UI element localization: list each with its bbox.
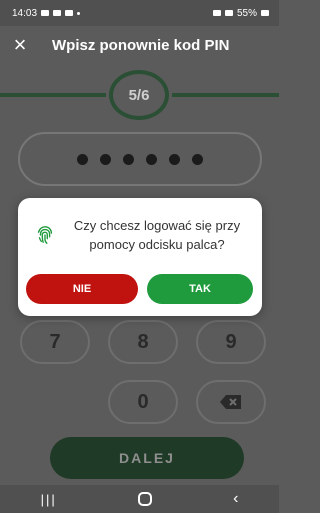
yes-button[interactable]: TAK: [147, 274, 253, 304]
page-title: Wpisz ponownie kod PIN: [52, 36, 230, 54]
header: × Wpisz ponownie kod PIN: [0, 26, 279, 64]
status-right: 55%: [212, 7, 269, 19]
status-bar: 14:03 55%: [0, 0, 279, 26]
status-time: 14:03: [12, 7, 38, 19]
key-9[interactable]: 9: [196, 320, 266, 364]
close-icon[interactable]: ×: [0, 26, 40, 64]
pin-display: [18, 132, 262, 186]
signal-icon: [212, 10, 221, 16]
notification-icon: [65, 10, 74, 16]
next-button[interactable]: DALEJ: [50, 437, 244, 479]
dialog-question: Czy chcesz logować się przy pomocy odcis…: [73, 218, 241, 252]
battery-level: 55%: [236, 7, 257, 19]
status-left: 14:03: [12, 7, 81, 19]
pin-dot: [100, 153, 111, 165]
fingerprint-icon: [37, 226, 53, 244]
key-8[interactable]: 8: [108, 320, 178, 364]
system-nav-bar: ||| ‹: [0, 485, 279, 513]
pin-dot: [77, 153, 88, 165]
pin-dot: [169, 153, 180, 165]
backspace-icon: [220, 395, 241, 409]
more-notifications-icon: [77, 11, 81, 15]
fingerprint-dialog: Czy chcesz logować się przy pomocy odcis…: [18, 198, 262, 316]
battery-icon: [261, 10, 269, 16]
wifi-icon: [224, 10, 233, 16]
notification-icon: [41, 10, 50, 16]
progress-line-right: [172, 93, 279, 97]
pin-dot: [192, 153, 203, 165]
no-button[interactable]: NIE: [26, 274, 138, 304]
key-7[interactable]: 7: [20, 320, 90, 364]
notification-icon: [53, 10, 62, 16]
pin-dot: [146, 153, 157, 165]
recent-apps-icon[interactable]: |||: [41, 492, 57, 507]
home-icon[interactable]: [137, 492, 152, 506]
step-progress: 5/6: [0, 70, 279, 120]
progress-line-left: [0, 93, 106, 97]
pin-dot: [123, 153, 134, 165]
step-indicator: 5/6: [109, 70, 169, 120]
backspace-button[interactable]: [196, 380, 266, 424]
back-icon[interactable]: ‹: [233, 490, 238, 508]
key-0[interactable]: 0: [108, 380, 178, 424]
